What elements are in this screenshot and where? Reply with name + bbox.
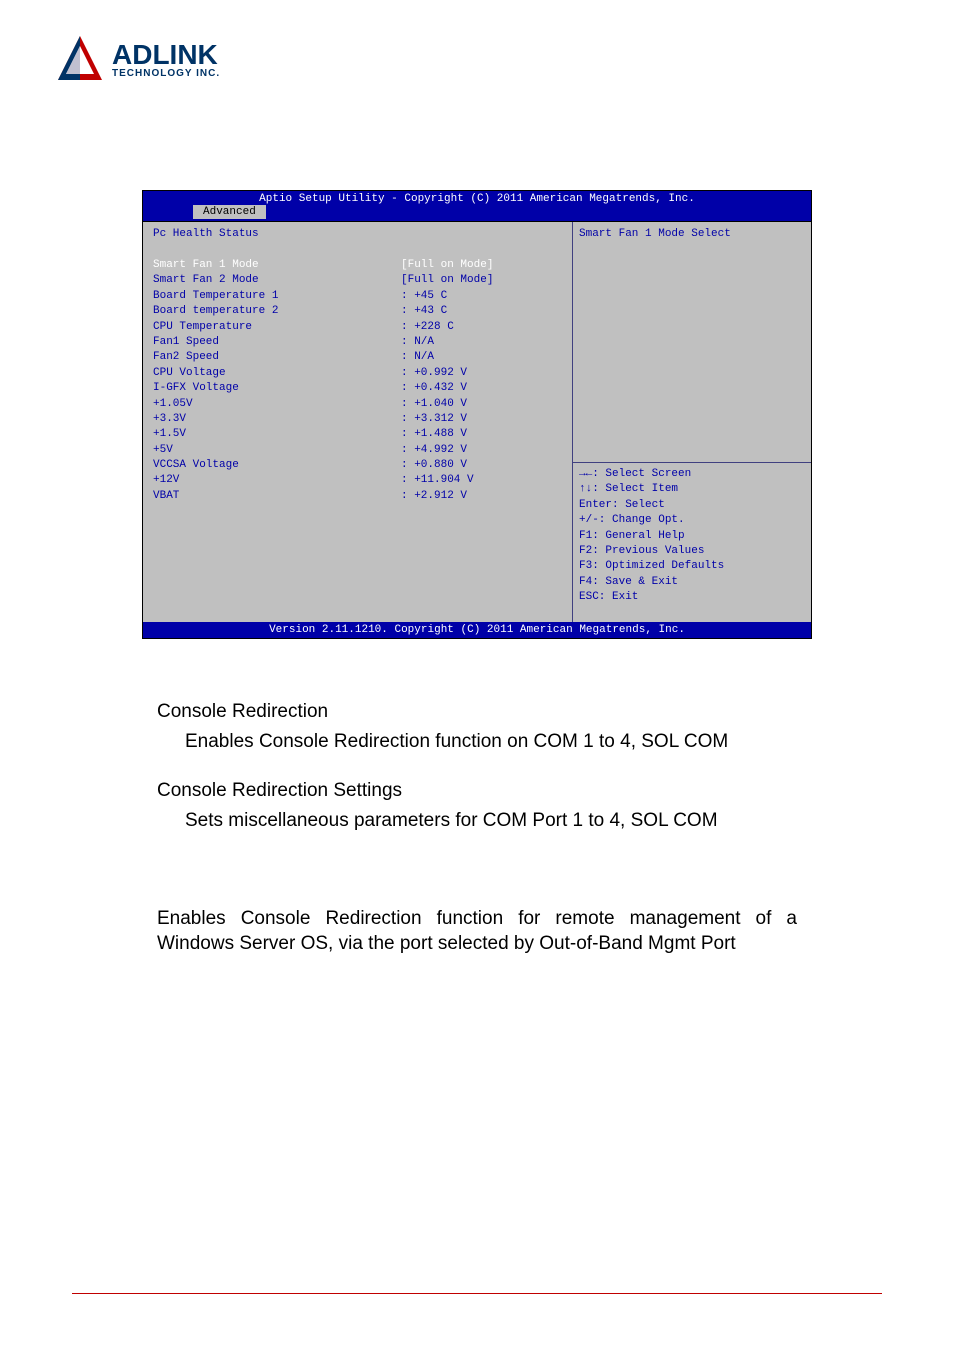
bios-setting-value: : +45 C [401,289,447,304]
document-body: Console Redirection Enables Console Redi… [157,699,797,957]
bios-setting-value: : +0.880 V [401,458,467,473]
bios-setting-label: +5V [153,443,401,458]
bios-hint-line: +/-: Change Opt. [579,513,805,528]
bios-tab-advanced[interactable]: Advanced [193,205,266,219]
bios-setting-label: VCCSA Voltage [153,458,401,473]
bios-setting-value: : N/A [401,350,434,365]
bios-setting-label: +3.3V [153,412,401,427]
bios-setting-value: : N/A [401,335,434,350]
bios-setting-value: : +4.992 V [401,443,467,458]
para-console-redirection-settings: Sets miscellaneous parameters for COM Po… [185,808,797,834]
heading-console-redirection-settings: Console Redirection Settings [157,778,797,804]
bios-setting-value: : +43 C [401,304,447,319]
bios-body: Pc Health Status Smart Fan 1 Mode[Full o… [143,221,811,622]
bios-setting-value: [Full on Mode] [401,273,493,288]
heading-console-redirection: Console Redirection [157,699,797,725]
bios-setting-label: +1.5V [153,427,401,442]
bios-setting-value: : +1.040 V [401,397,467,412]
bios-setting-row[interactable]: +3.3V: +3.312 V [153,412,564,427]
bios-setting-label: Board Temperature 1 [153,289,401,304]
bios-main-panel: Pc Health Status Smart Fan 1 Mode[Full o… [143,222,573,622]
bios-settings-list: Smart Fan 1 Mode[Full on Mode]Smart Fan … [153,258,564,504]
bios-setting-row[interactable]: CPU Voltage: +0.992 V [153,366,564,381]
bios-hint-line: ESC: Exit [579,590,805,605]
bios-hint-line: Enter: Select [579,498,805,513]
bios-key-hints: →←: Select Screen↑↓: Select ItemEnter: S… [579,467,805,606]
bios-setting-label: CPU Voltage [153,366,401,381]
para-windows-ems: Enables Console Redirection function for… [157,906,797,957]
bios-setting-row[interactable]: +1.05V: +1.040 V [153,397,564,412]
bios-setting-value: : +2.912 V [401,489,467,504]
bios-setting-label: Fan2 Speed [153,350,401,365]
bios-header: Aptio Setup Utility - Copyright (C) 2011… [143,191,811,205]
bios-help-title: Smart Fan 1 Mode Select [579,228,805,240]
bios-setting-row[interactable]: VBAT: +2.912 V [153,489,564,504]
bios-setting-value: : +0.992 V [401,366,467,381]
logo-main: ADLINK [112,41,220,69]
bios-setting-row[interactable]: Smart Fan 2 Mode[Full on Mode] [153,273,564,288]
bios-setting-row[interactable]: I-GFX Voltage: +0.432 V [153,381,564,396]
bios-setting-value: : +1.488 V [401,427,467,442]
bios-setting-row[interactable]: Smart Fan 1 Mode[Full on Mode] [153,258,564,273]
bios-section-title: Pc Health Status [153,228,564,240]
bios-setting-label: Smart Fan 2 Mode [153,273,401,288]
adlink-logo-icon [52,32,108,88]
bios-hint-line: F4: Save & Exit [579,575,805,590]
bios-hint-line: F2: Previous Values [579,544,805,559]
bios-help-panel: Smart Fan 1 Mode Select →←: Select Scree… [573,222,811,622]
bios-screenshot: Aptio Setup Utility - Copyright (C) 2011… [142,190,812,639]
bios-setting-label: Fan1 Speed [153,335,401,350]
bios-setting-label: Smart Fan 1 Mode [153,258,401,273]
bios-setting-row[interactable]: CPU Temperature: +228 C [153,320,564,335]
bios-setting-row[interactable]: Fan2 Speed: N/A [153,350,564,365]
bios-setting-label: +12V [153,473,401,488]
bios-setting-label: CPU Temperature [153,320,401,335]
bios-setting-row[interactable]: Board Temperature 1: +45 C [153,289,564,304]
bios-setting-label: I-GFX Voltage [153,381,401,396]
bios-setting-row[interactable]: VCCSA Voltage: +0.880 V [153,458,564,473]
bios-setting-row[interactable]: Board temperature 2: +43 C [153,304,564,319]
bios-hint-line: F1: General Help [579,529,805,544]
bios-setting-value: : +11.904 V [401,473,474,488]
bios-setting-value: : +228 C [401,320,454,335]
bios-setting-row[interactable]: +5V: +4.992 V [153,443,564,458]
bios-setting-row[interactable]: Fan1 Speed: N/A [153,335,564,350]
bios-setting-value: : +3.312 V [401,412,467,427]
bios-setting-value: [Full on Mode] [401,258,493,273]
bios-setting-label: VBAT [153,489,401,504]
bios-setting-row[interactable]: +12V: +11.904 V [153,473,564,488]
bios-setting-label: Board temperature 2 [153,304,401,319]
footer-rule [72,1293,882,1294]
bios-help-separator [573,462,811,463]
bios-tab-row: Advanced [143,205,811,221]
logo: ADLINK TECHNOLOGY INC. [52,30,902,90]
page: ADLINK TECHNOLOGY INC. Aptio Setup Utili… [0,0,954,1352]
bios-setting-row[interactable]: +1.5V: +1.488 V [153,427,564,442]
bios-footer: Version 2.11.1210. Copyright (C) 2011 Am… [143,622,811,638]
bios-hint-line: →←: Select Screen [579,467,805,482]
logo-text: ADLINK TECHNOLOGY INC. [112,41,220,79]
bios-hint-line: ↑↓: Select Item [579,482,805,497]
bios-hint-line: F3: Optimized Defaults [579,559,805,574]
bios-setting-value: : +0.432 V [401,381,467,396]
logo-sub: TECHNOLOGY INC. [112,69,220,79]
para-console-redirection: Enables Console Redirection function on … [185,729,797,755]
bios-setting-label: +1.05V [153,397,401,412]
